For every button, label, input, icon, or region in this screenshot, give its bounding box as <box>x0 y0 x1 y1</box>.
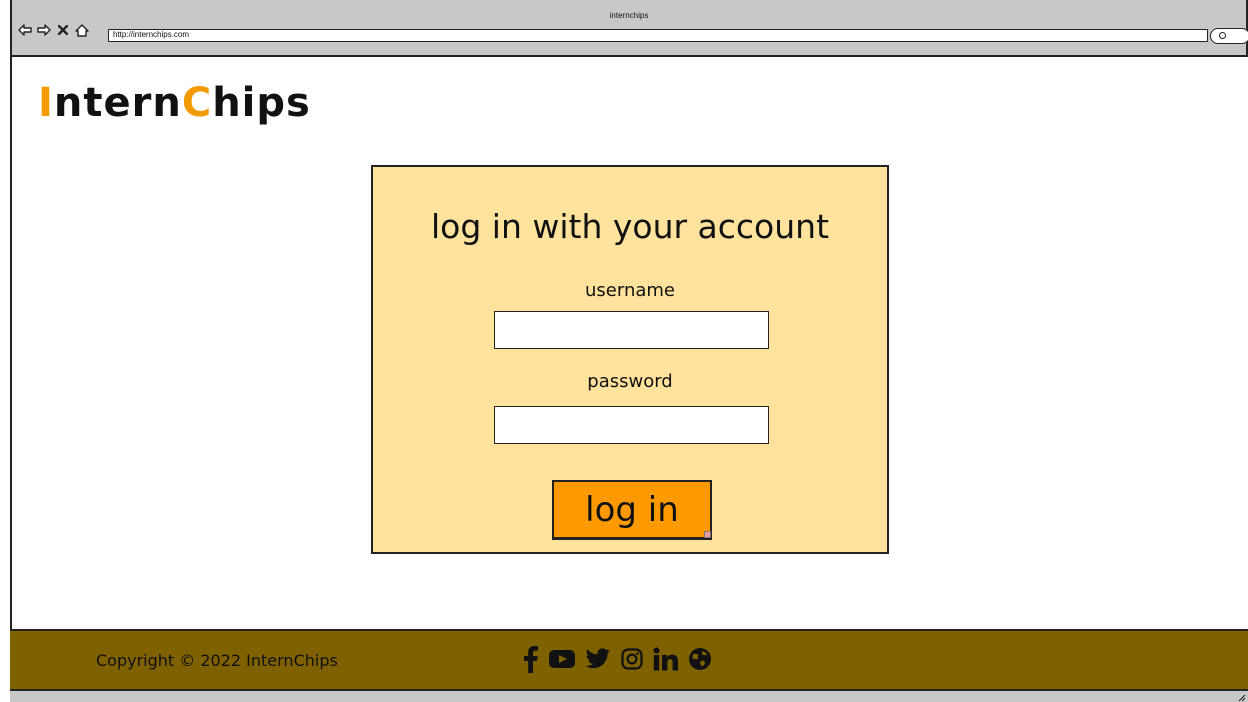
logo-text-part1: ntern <box>53 80 182 126</box>
username-input[interactable] <box>494 311 769 349</box>
password-label: password <box>587 371 673 392</box>
logo-text-part2: hips <box>212 80 311 126</box>
password-input[interactable] <box>494 406 769 444</box>
instagram-icon[interactable] <box>620 647 644 671</box>
login-title: log in with your account <box>430 207 830 246</box>
resize-marker <box>704 531 711 538</box>
browser-window-chrome: internchips http://internchips.com <box>10 0 1248 57</box>
home-icon[interactable] <box>75 23 89 37</box>
facebook-icon[interactable] <box>523 645 539 673</box>
login-button-label: log in <box>585 489 679 530</box>
window-status-bar <box>10 691 1248 702</box>
logo-letter-i: I <box>38 80 54 126</box>
youtube-icon[interactable] <box>548 648 576 670</box>
logo-letter-c: C <box>181 80 213 126</box>
window-title: internchips <box>609 11 649 20</box>
forward-arrow-icon[interactable] <box>37 23 51 37</box>
site-footer: Copyright © 2022 InternChips <box>10 629 1248 691</box>
login-button[interactable]: log in <box>552 480 712 540</box>
copyright-text: Copyright © 2022 InternChips <box>96 651 338 670</box>
browser-search-button[interactable] <box>1210 28 1248 44</box>
globe-icon[interactable] <box>688 647 712 671</box>
linkedin-icon[interactable] <box>653 647 679 671</box>
twitter-icon[interactable] <box>585 648 611 670</box>
browser-nav-buttons <box>18 23 89 37</box>
resize-grip-icon[interactable] <box>1238 694 1246 702</box>
username-label: username <box>585 280 675 301</box>
address-bar[interactable]: http://internchips.com <box>108 29 1208 42</box>
window-left-border <box>10 57 12 702</box>
search-icon <box>1219 32 1226 39</box>
social-links <box>523 645 712 673</box>
site-logo[interactable]: InternChips <box>38 80 311 126</box>
login-card: log in with your account username passwo… <box>371 165 889 554</box>
close-icon[interactable] <box>56 23 70 37</box>
back-arrow-icon[interactable] <box>18 23 32 37</box>
